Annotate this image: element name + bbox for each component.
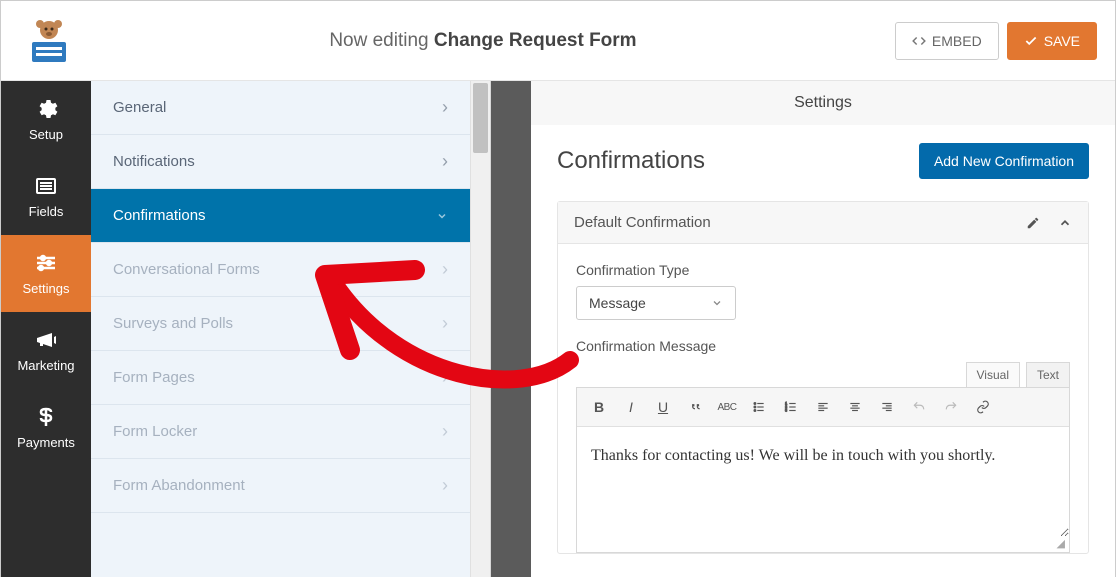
rich-text-editor: B I U ABC 123 — [576, 387, 1070, 553]
section-title: Confirmations — [557, 147, 705, 175]
subpanel-item-general[interactable]: General › — [91, 81, 470, 135]
panel-title: Default Confirmation — [574, 214, 711, 231]
content-header-label: Settings — [794, 94, 852, 112]
quote-button[interactable] — [681, 394, 709, 420]
nav-fields[interactable]: Fields — [1, 158, 91, 235]
confirmation-type-label: Confirmation Type — [576, 262, 1070, 278]
editor-tabs: Visual Text — [576, 362, 1070, 387]
content-body: Confirmations Add New Confirmation Defau… — [531, 125, 1115, 577]
dollar-icon — [34, 405, 58, 429]
chevron-right-icon: › — [442, 475, 448, 496]
settings-subpanel: General › Notifications › Confirmations … — [91, 81, 491, 577]
chevron-right-icon: › — [442, 97, 448, 118]
subpanel-label: Conversational Forms — [113, 261, 260, 278]
nav-payments[interactable]: Payments — [1, 389, 91, 466]
sliders-icon — [34, 251, 58, 275]
subpanel-item-form-pages[interactable]: Form Pages › — [91, 351, 470, 405]
code-icon — [912, 34, 926, 48]
subpanel-label: Form Abandonment — [113, 477, 245, 494]
chevron-right-icon: › — [442, 259, 448, 280]
panel-actions — [1026, 216, 1072, 230]
gear-icon — [34, 97, 58, 121]
confirmation-type-select[interactable]: Message — [576, 286, 736, 320]
subpanel-item-form-abandonment[interactable]: Form Abandonment › — [91, 459, 470, 513]
subpanel-label: Notifications — [113, 153, 195, 170]
scrollbar-thumb[interactable] — [473, 83, 488, 153]
numbered-list-button[interactable]: 123 — [777, 394, 805, 420]
underline-button[interactable]: U — [649, 394, 677, 420]
panel-body: Confirmation Type Message Confirmation M… — [558, 244, 1088, 553]
save-label: SAVE — [1044, 33, 1080, 49]
section-header: Confirmations Add New Confirmation — [557, 143, 1089, 179]
nav-marketing-label: Marketing — [17, 358, 74, 373]
bullhorn-icon — [34, 328, 58, 352]
chevron-right-icon: › — [442, 421, 448, 442]
subpanel-label: Surveys and Polls — [113, 315, 233, 332]
app-logo — [19, 11, 79, 71]
select-value: Message — [589, 295, 646, 311]
list-icon — [34, 174, 58, 198]
nav-settings-label: Settings — [23, 281, 70, 296]
editor-tab-text[interactable]: Text — [1026, 362, 1070, 387]
nav-marketing[interactable]: Marketing — [1, 312, 91, 389]
chevron-right-icon: › — [442, 367, 448, 388]
nav-fields-label: Fields — [29, 204, 64, 219]
resize-handle-icon[interactable]: ◢ — [577, 537, 1069, 552]
confirmation-message-label: Confirmation Message — [576, 338, 1070, 354]
chevron-up-icon[interactable] — [1058, 216, 1072, 230]
add-confirmation-button[interactable]: Add New Confirmation — [919, 143, 1089, 179]
align-left-button[interactable] — [809, 394, 837, 420]
nav-setup-label: Setup — [29, 127, 63, 142]
align-center-button[interactable] — [841, 394, 869, 420]
main-area: Setup Fields Settings Marketing Payments — [1, 81, 1115, 577]
subpanel-scrollbar[interactable] — [470, 81, 490, 577]
form-preview-edge — [491, 81, 531, 577]
subpanel-label: Form Locker — [113, 423, 197, 440]
chevron-down-icon — [436, 210, 448, 222]
subpanel-item-conversational-forms[interactable]: Conversational Forms › — [91, 243, 470, 297]
editor-tab-visual[interactable]: Visual — [966, 362, 1020, 387]
svg-text:3: 3 — [785, 409, 787, 413]
nav-setup[interactable]: Setup — [1, 81, 91, 158]
bold-button[interactable]: B — [585, 394, 613, 420]
italic-button[interactable]: I — [617, 394, 645, 420]
subpanel-list: General › Notifications › Confirmations … — [91, 81, 470, 577]
embed-label: EMBED — [932, 33, 982, 49]
check-icon — [1024, 34, 1038, 48]
editor-toolbar: B I U ABC 123 — [577, 388, 1069, 427]
top-bar: Now editing Change Request Form EMBED SA… — [1, 1, 1115, 81]
confirmation-panel: Default Confirmation Confirmation Type M… — [557, 201, 1089, 554]
content-header: Settings — [531, 81, 1115, 125]
undo-button[interactable] — [905, 394, 933, 420]
subpanel-item-surveys-polls[interactable]: Surveys and Polls › — [91, 297, 470, 351]
align-right-button[interactable] — [873, 394, 901, 420]
redo-button[interactable] — [937, 394, 965, 420]
link-button[interactable] — [969, 394, 997, 420]
edit-icon[interactable] — [1026, 216, 1040, 230]
chevron-right-icon: › — [442, 151, 448, 172]
subpanel-item-notifications[interactable]: Notifications › — [91, 135, 470, 189]
page-title: Now editing Change Request Form — [79, 30, 887, 52]
chevron-right-icon: › — [442, 313, 448, 334]
save-button[interactable]: SAVE — [1007, 22, 1097, 60]
content-pane: Settings Confirmations Add New Confirmat… — [531, 81, 1115, 577]
subpanel-item-confirmations[interactable]: Confirmations — [91, 189, 470, 243]
icon-nav: Setup Fields Settings Marketing Payments — [1, 81, 91, 577]
panel-header[interactable]: Default Confirmation — [558, 202, 1088, 244]
chevron-down-icon — [711, 297, 723, 309]
bullet-list-button[interactable] — [745, 394, 773, 420]
subpanel-label: Confirmations — [113, 207, 206, 224]
strikethrough-button[interactable]: ABC — [713, 394, 741, 420]
form-name: Change Request Form — [434, 30, 637, 51]
embed-button[interactable]: EMBED — [895, 22, 999, 60]
editor-textarea[interactable]: Thanks for contacting us! We will be in … — [577, 427, 1069, 537]
subpanel-item-form-locker[interactable]: Form Locker › — [91, 405, 470, 459]
nav-settings[interactable]: Settings — [1, 235, 91, 312]
subpanel-label: Form Pages — [113, 369, 195, 386]
now-editing-label: Now editing — [329, 30, 428, 51]
nav-payments-label: Payments — [17, 435, 75, 450]
subpanel-label: General — [113, 99, 166, 116]
